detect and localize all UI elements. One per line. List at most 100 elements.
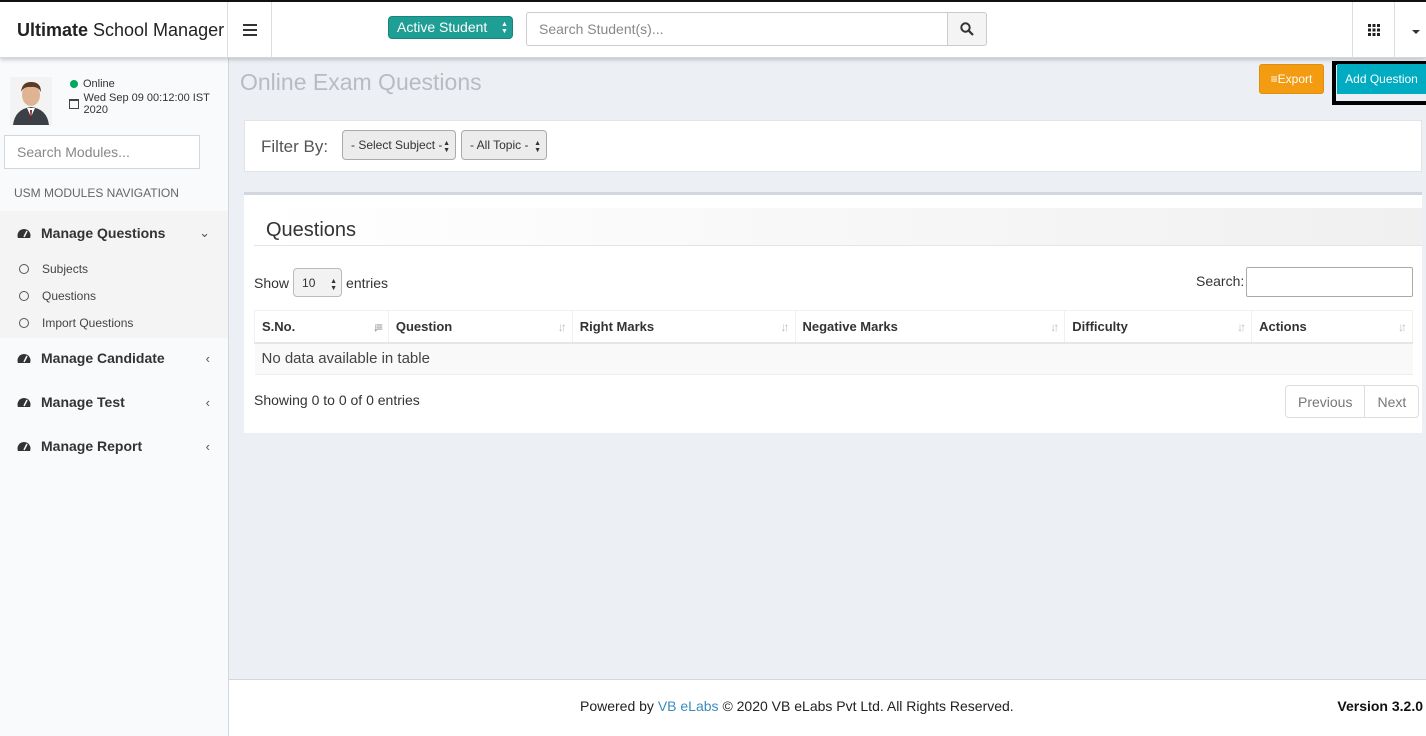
table-header-row: S.No. ↓≡ Question ↓↑ Right Marks ↓↑ Negativ…	[254, 310, 1413, 344]
topic-select[interactable]: - All Topic - ▲ ▼	[461, 130, 547, 160]
top-navbar: Ultimate School Manager Active Student ▲…	[0, 0, 1426, 58]
select-arrows-icon: ▲ ▼	[443, 140, 450, 154]
student-status-select[interactable]: Active Student ▲ ▼	[388, 16, 513, 39]
sidebar-toggle-button[interactable]	[228, 2, 272, 58]
pagination: Previous Next	[1285, 385, 1420, 418]
dashboard-icon	[17, 442, 31, 451]
column-header-sno[interactable]: S.No. ↓≡	[254, 310, 389, 344]
export-label: Export	[1277, 72, 1313, 86]
export-button[interactable]: ≡ Export	[1259, 64, 1324, 94]
footer-credits: Powered by VB eLabs © 2020 VB eLabs Pvt …	[580, 698, 1014, 714]
empty-table-message: No data available in table	[254, 342, 1413, 375]
menu-label: Manage Questions	[41, 225, 166, 241]
dashboard-icon	[17, 398, 31, 407]
previous-page-button[interactable]: Previous	[1286, 386, 1364, 417]
column-header-difficulty[interactable]: Difficulty ↓↑	[1064, 310, 1253, 344]
online-status-text: Online	[83, 78, 115, 90]
grid-icon	[1367, 24, 1380, 36]
calendar-icon	[69, 99, 79, 109]
student-search-button[interactable]	[947, 12, 987, 46]
page-title: Online Exam Questions	[240, 69, 482, 95]
topic-select-value: - All Topic -	[470, 138, 529, 152]
column-header-actions[interactable]: Actions ↓↑	[1251, 310, 1413, 344]
sort-icon: ↓↑	[1050, 320, 1059, 334]
circle-icon	[19, 264, 29, 274]
show-label: Show	[254, 274, 290, 291]
online-dot-icon	[70, 80, 78, 88]
user-avatar	[10, 77, 52, 125]
table-search-input[interactable]	[1246, 267, 1413, 297]
hamburger-icon	[242, 24, 257, 36]
chevron-down-icon: ⌄	[199, 225, 210, 240]
current-datetime: Wed Sep 09 00:12:00 IST 2020	[69, 92, 228, 116]
dashboard-icon	[17, 354, 31, 363]
questions-title: Questions	[266, 219, 357, 241]
apps-grid-button[interactable]	[1352, 2, 1395, 58]
column-header-negative-marks[interactable]: Negative Marks ↓↑	[794, 310, 1066, 344]
filter-panel: Filter By: - Select Subject - ▲ ▼ - All T…	[244, 120, 1422, 172]
subject-select-value: - Select Subject -	[351, 138, 443, 152]
sort-icon: ↓↑	[557, 320, 567, 334]
submenu-subjects[interactable]: Subjects	[0, 257, 228, 281]
menu-manage-candidate[interactable]: Manage Candidate ‹	[0, 343, 228, 373]
circle-icon	[19, 291, 29, 301]
user-menu-dropdown[interactable]	[1395, 2, 1426, 58]
circle-icon	[19, 318, 29, 328]
table-info: Showing 0 to 0 of 0 entries	[254, 392, 420, 408]
entries-label: entries	[346, 274, 389, 291]
questions-table: S.No. ↓≡ Question ↓↑ Right Marks ↓↑ Negativ…	[254, 310, 1413, 375]
next-page-button[interactable]: Next	[1364, 386, 1418, 417]
page-length-control: Show 10 ▲ ▼ entries	[254, 268, 388, 297]
menu-manage-report[interactable]: Manage Report ‹	[0, 431, 228, 461]
chevron-left-icon: ‹	[205, 438, 210, 454]
app-logo[interactable]: Ultimate School Manager	[0, 2, 228, 58]
submenu-questions[interactable]: Questions	[0, 284, 228, 308]
logo-bold-text: Ultimate	[17, 19, 89, 40]
column-header-question[interactable]: Question ↓↑	[387, 310, 573, 344]
page-length-select[interactable]: 10 ▲ ▼	[293, 268, 343, 297]
caret-down-icon	[1411, 30, 1420, 34]
column-header-right-marks[interactable]: Right Marks ↓↑	[571, 310, 796, 344]
page-length-value: 10	[302, 276, 316, 290]
logo-text: School Manager	[93, 19, 225, 40]
submenu-label: Subjects	[42, 262, 89, 276]
copyright-text: © 2020 VB eLabs Pvt Ltd. All Rights Rese…	[722, 698, 1014, 714]
chevron-left-icon: ‹	[205, 394, 210, 410]
module-search-input[interactable]	[4, 135, 200, 169]
table-row: No data available in table	[254, 342, 1413, 375]
questions-panel-header: Questions	[254, 208, 1422, 246]
list-icon: ≡	[1270, 72, 1278, 86]
select-arrows-icon: ▲ ▼	[534, 140, 541, 154]
add-question-button[interactable]: Add Question	[1337, 64, 1426, 94]
submenu-label: Import Questions	[42, 316, 134, 330]
search-icon	[960, 22, 974, 36]
sort-icon: ↓↑	[1237, 320, 1246, 334]
nav-header: USM MODULES NAVIGATION	[14, 186, 179, 200]
footer: Powered by VB eLabs © 2020 VB eLabs Pvt …	[229, 679, 1426, 736]
student-search-input[interactable]	[526, 12, 948, 46]
table-search-label: Search:	[1196, 273, 1245, 289]
chevron-left-icon: ‹	[205, 350, 210, 366]
menu-label: Manage Candidate	[41, 350, 165, 366]
version-text: Version 3.2.0	[1337, 698, 1423, 714]
company-link[interactable]: VB eLabs	[658, 698, 719, 714]
online-status: Online	[70, 78, 115, 90]
submenu-label: Questions	[42, 289, 97, 303]
subject-select[interactable]: - Select Subject - ▲ ▼	[342, 130, 456, 160]
menu-manage-questions[interactable]: Manage Questions ⌄	[0, 218, 228, 248]
sidebar: Online Wed Sep 09 00:12:00 IST 2020 USM …	[0, 58, 229, 736]
sort-icon: ↓≡	[372, 320, 383, 334]
select-arrows-icon: ▲ ▼	[330, 278, 338, 292]
questions-panel: Questions Show 10 ▲ ▼ entries Search: S.N…	[244, 192, 1422, 433]
student-status-value: Active Student	[397, 19, 488, 35]
sort-icon: ↓↑	[1398, 320, 1407, 334]
sort-icon: ↓↑	[780, 320, 790, 334]
filter-label: Filter By:	[261, 137, 329, 156]
powered-by-text: Powered by	[580, 698, 654, 714]
select-arrows-icon: ▲ ▼	[501, 21, 508, 35]
submenu-import-questions[interactable]: Import Questions	[0, 311, 228, 335]
dashboard-icon	[17, 229, 31, 238]
menu-label: Manage Test	[41, 394, 125, 410]
menu-manage-test[interactable]: Manage Test ‹	[0, 387, 228, 417]
menu-label: Manage Report	[41, 438, 143, 454]
